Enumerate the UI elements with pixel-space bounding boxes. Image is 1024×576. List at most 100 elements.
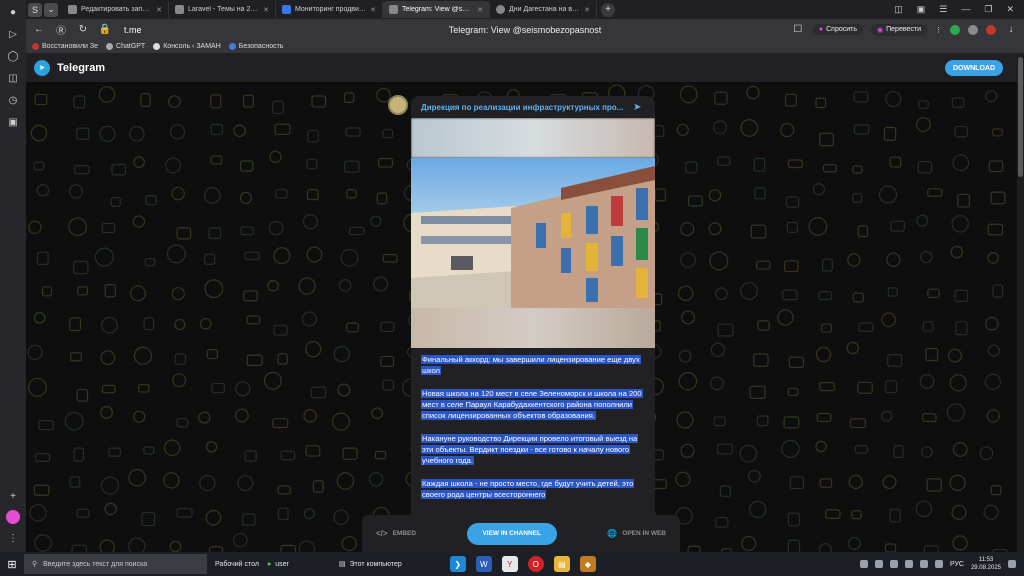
doodle-shape [987,344,1000,357]
back-icon[interactable]: ← [32,24,46,35]
compass-icon[interactable]: ◯ [5,48,21,64]
hamburger-icon[interactable]: ☰ [939,4,947,15]
tab-edit-post[interactable]: Редактировать запись “Д✕ [62,1,169,18]
doodle-shape [163,439,181,457]
bookmark-item[interactable]: Восстановили Зе [32,43,98,50]
bookmark-icon[interactable]: ☐ [791,24,805,35]
doodle-shape [986,409,1000,423]
notifications-icon[interactable] [1008,560,1016,568]
close-icon[interactable]: ✕ [156,6,162,14]
close-window-icon[interactable]: ✕ [1006,4,1014,15]
opera-icon[interactable]: O [527,556,544,572]
doodle-shape [922,321,934,332]
tray-icon[interactable] [934,560,943,568]
bookmark-item[interactable]: Консоль ‹ ЗАМАН [153,43,221,50]
restore-icon[interactable]: ❐ [984,4,992,15]
doodle-shape [133,410,146,423]
close-icon[interactable]: ✕ [263,6,269,14]
word-icon[interactable]: W [475,556,492,572]
this-pc[interactable]: ▤ Этот компьютер [339,560,402,569]
add-icon[interactable]: + [5,488,21,504]
file-explorer-icon[interactable]: ▤ [553,556,570,572]
app-icon[interactable]: ▣ [5,114,21,130]
doodle-shape [302,214,319,230]
doodle-shape [889,508,901,523]
close-icon[interactable]: ✕ [584,6,590,14]
ask-button[interactable]: ● Спросить [812,24,864,35]
taskbar-search[interactable]: ⚲ Введите здесь текст для поиска [24,554,207,574]
dollar-icon[interactable]: Ⓡ [54,22,68,37]
doodle-shape [71,544,87,552]
tray-icon[interactable] [889,560,898,568]
adblock-icon[interactable] [986,24,996,35]
doodle-shape [133,346,153,365]
telegram-logo-icon[interactable]: ➤ [34,59,50,76]
play-icon[interactable]: ▷ [5,26,21,42]
doodle-shape [244,251,260,261]
channel-name[interactable]: Дирекция по реализации инфраструктурных … [421,103,633,112]
tab-group[interactable]: S ⌄ [26,2,62,17]
close-icon[interactable]: ✕ [370,6,376,14]
telegram-app-name[interactable]: Telegram [57,62,105,74]
screenshot-icon[interactable]: ◫ [894,4,903,15]
doodle-shape [273,247,291,265]
bookmark-item[interactable]: Безопасность [228,43,283,50]
new-tab-button[interactable]: + [601,2,615,17]
collections-icon[interactable]: ◫ [5,70,21,86]
post-photo[interactable] [411,118,655,348]
more-icon[interactable]: ⋮ [935,26,942,34]
doodle-shape [343,92,355,103]
tray-icon[interactable] [919,560,928,568]
doodle-shape [100,406,114,419]
doodle-shape [949,374,967,392]
docs-icon [282,5,291,14]
doodle-shape [921,446,933,458]
open-web-label: OPEN IN WEB [622,530,666,537]
menu-icon[interactable]: ⋮ [5,530,21,546]
tray-icon[interactable] [859,560,868,568]
vscode-icon[interactable]: ❯ [449,556,466,572]
download-icon[interactable]: ↓ [1004,24,1018,35]
shield-app-icon[interactable]: ◆ [579,556,596,572]
chevron-down-icon[interactable]: ⌄ [44,2,58,17]
language-indicator[interactable]: РУС [950,561,964,568]
bookmark-item[interactable]: ChatGPT [106,43,145,50]
doodle-shape [680,443,695,458]
doodle-shape [957,193,970,208]
translate-button[interactable]: ◉ Перевести [871,23,927,36]
doodle-shape [852,292,864,303]
minimize-icon[interactable]: — [961,4,970,15]
download-button[interactable]: DOWNLOAD [945,60,1003,76]
history-icon[interactable]: ◷ [5,92,21,108]
share-icon[interactable]: ➤ [633,102,645,113]
tray-icon[interactable] [874,560,883,568]
channel-avatar[interactable] [388,95,408,115]
scrollbar-thumb[interactable] [1018,57,1023,177]
embed-button[interactable]: </> EMBED [376,529,416,538]
open-in-web-button[interactable]: 🌐 OPEN IN WEB [607,529,666,538]
page-scrollbar[interactable] [1017,53,1024,552]
doodle-shape [303,507,316,520]
protect-icon[interactable] [968,24,978,35]
windows-start-icon[interactable]: ⊞ [0,558,24,571]
tab-group-icon[interactable]: S [28,2,42,17]
view-in-channel-button[interactable]: VIEW IN CHANNEL [466,522,557,545]
yandex-browser-icon[interactable]: Y [501,556,518,572]
clock[interactable]: 11:53 29.08.2025 [971,556,1001,572]
user-folder[interactable]: ● user [267,561,289,568]
close-icon[interactable]: ✕ [477,6,483,14]
gear-icon [496,5,505,14]
tab-telegram[interactable]: Telegram: View @seism ✕ [383,1,490,18]
tab-monitoring[interactable]: Мониторинг продвижени ✕ [276,1,383,18]
tabs-icon[interactable]: ▣ [917,4,926,15]
tab-dagestan[interactable]: Дни Дагестана на выстав✕ [490,1,597,18]
desktop-toolbar[interactable]: Рабочий стол [215,561,259,568]
profile-icon[interactable]: ● [5,4,21,20]
alice-icon[interactable] [6,510,20,524]
shield-icon[interactable] [950,24,960,35]
reload-icon[interactable]: ↻ [76,24,90,35]
tray-icon[interactable] [904,560,913,568]
lock-icon[interactable]: 🔒 [98,24,112,35]
tab-laravel[interactable]: Laravel - Темы на 28 авгус ✕ [169,1,276,18]
url-field[interactable]: t.me [124,25,142,35]
